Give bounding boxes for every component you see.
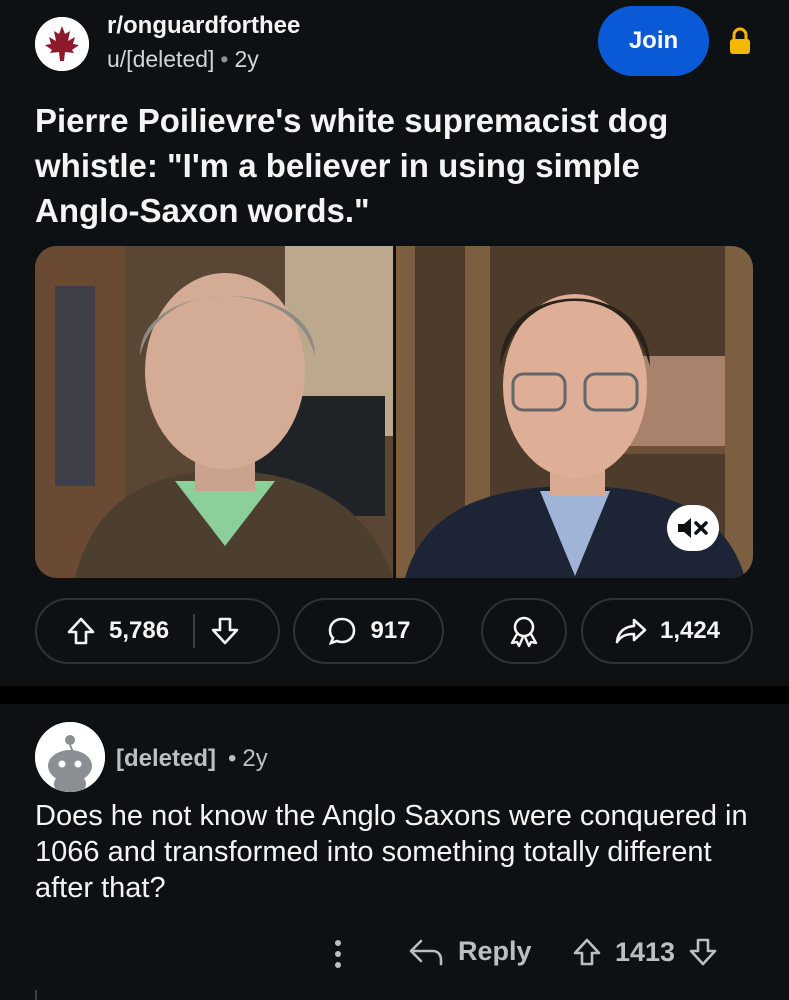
award-button[interactable]	[481, 598, 567, 664]
vote-divider	[193, 614, 196, 648]
snoo-avatar-icon	[35, 722, 105, 792]
comment-score: 1413	[615, 936, 676, 967]
post-meta: u/[deleted] • 2y	[107, 46, 259, 73]
upvote-arrow-icon[interactable]	[65, 615, 97, 647]
subreddit-name[interactable]: r/onguardforthee	[107, 12, 300, 40]
comment-author[interactable]: [deleted]	[116, 745, 216, 773]
vote-bar: 5,786	[35, 598, 280, 664]
post-card: r/onguardforthee u/[deleted] • 2y Join Pie…	[0, 0, 789, 686]
section-divider	[0, 686, 789, 704]
post-video[interactable]	[35, 246, 753, 578]
reply-button[interactable]: Reply	[408, 936, 532, 967]
reply-arrow-icon	[409, 939, 443, 965]
share-arrow-icon	[615, 618, 647, 644]
upvote-arrow-icon[interactable]	[571, 936, 603, 968]
next-comment-thread-line	[35, 990, 37, 1000]
share-count: 1,424	[659, 617, 721, 644]
avatar[interactable]	[35, 722, 105, 792]
subreddit-avatar[interactable]	[35, 17, 89, 71]
comment-age: • 2y	[228, 745, 268, 772]
post-title[interactable]: Pierre Poilievre's white supremacist dog…	[35, 98, 735, 233]
comment-body: Does he not know the Anglo Saxons were c…	[35, 800, 748, 904]
post-age: 2y	[234, 46, 259, 72]
mute-button[interactable]	[667, 505, 719, 551]
comment-vote-bar: 1413	[571, 936, 719, 968]
comments-button[interactable]: 917	[293, 598, 444, 664]
downvote-arrow-icon[interactable]	[209, 615, 241, 647]
downvote-arrow-icon[interactable]	[687, 936, 719, 968]
comment-count: 917	[370, 617, 411, 644]
share-button[interactable]: 1,424	[581, 598, 753, 664]
more-vertical-icon[interactable]	[325, 934, 351, 974]
join-button[interactable]: Join	[598, 6, 709, 76]
maple-leaf-icon	[35, 17, 89, 71]
video-frame	[35, 246, 753, 578]
speech-bubble-icon	[329, 617, 356, 646]
speaker-muted-icon	[678, 518, 708, 538]
comment-actions: Reply 1413	[0, 934, 789, 974]
comment-item: [deleted] • 2y Does he not know the Anglo…	[0, 704, 789, 1000]
meta-separator: •	[220, 46, 229, 72]
post-author[interactable]: u/[deleted]	[107, 46, 214, 72]
award-icon	[510, 616, 538, 648]
upvote-count: 5,786	[109, 617, 170, 644]
lock-icon	[730, 27, 750, 54]
reply-label: Reply	[458, 936, 532, 966]
